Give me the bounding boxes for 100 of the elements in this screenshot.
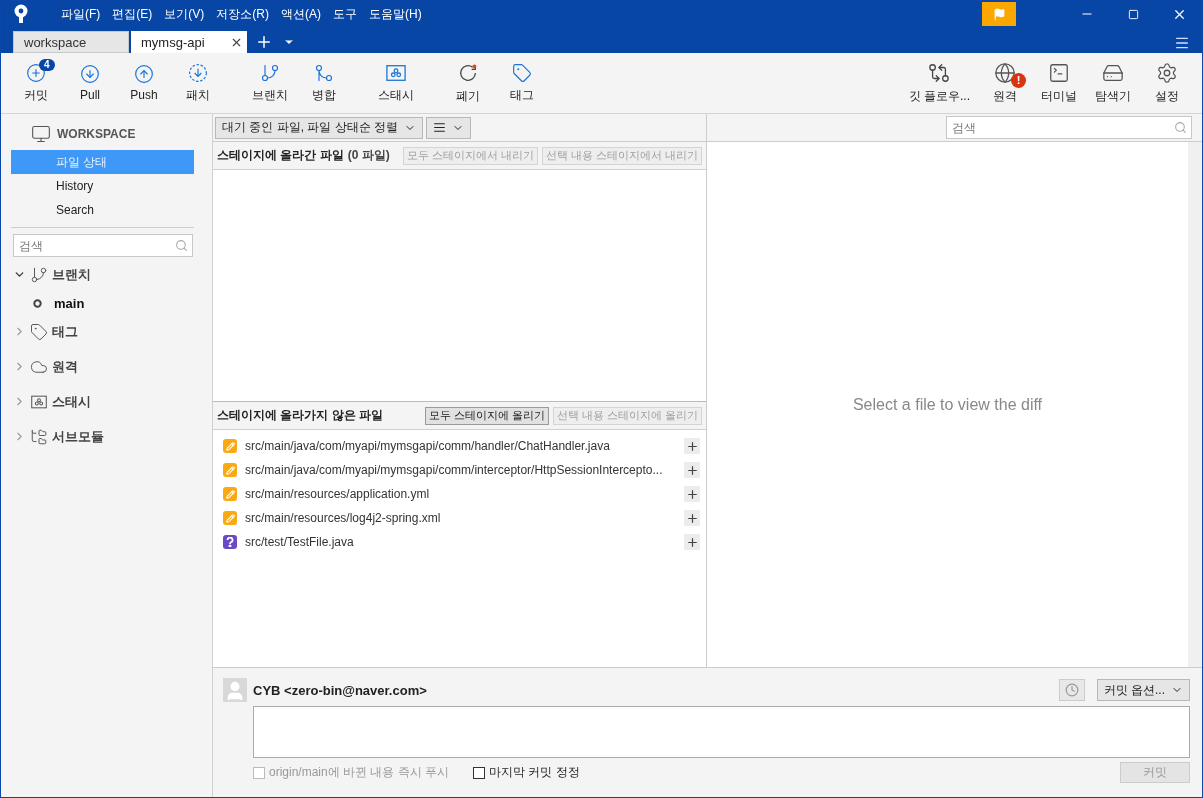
stage-button[interactable]: 모두 스테이지에 올리기 xyxy=(424,406,549,425)
branch-button[interactable]: 브랜치 xyxy=(243,60,297,106)
stage-file-button[interactable] xyxy=(684,486,700,502)
gitflow-button[interactable]: 깃 플로우... xyxy=(900,59,978,107)
arrow-down-circle-icon xyxy=(80,64,100,84)
plus-icon xyxy=(685,511,699,525)
pull-button[interactable]: Pull xyxy=(63,62,117,104)
file-path: src/main/java/com/myapi/mymsgapi/comm/handler/ChatHandler.java xyxy=(245,439,611,453)
arrow-up-circle-icon xyxy=(134,64,154,84)
merge-button[interactable]: 병합 xyxy=(297,60,351,106)
file-path: src/main/java/com/myapi/mymsgapi/comm/interceptor/HttpSessionIntercepto... xyxy=(245,463,664,477)
file-row[interactable]: src/main/resources/application.yml xyxy=(213,482,706,506)
plus-icon xyxy=(685,487,699,501)
author: CYB <zero-bin@naver.com> xyxy=(253,682,427,698)
settings-button[interactable]: 설정 xyxy=(1140,59,1194,107)
tab[interactable]: workspace xyxy=(13,31,129,53)
question-icon xyxy=(223,535,237,549)
file-path: src/main/resources/log4j2-spring.xml xyxy=(245,511,442,525)
tag-icon xyxy=(512,62,532,83)
plus-icon xyxy=(685,463,699,477)
tag-icon xyxy=(30,322,48,341)
file-row[interactable]: src/main/resources/log4j2-spring.xml xyxy=(213,506,706,530)
branch-name: main xyxy=(54,295,85,311)
section-label: 태그 xyxy=(52,322,78,341)
section-label: 원격 xyxy=(52,357,78,376)
section-label: 서브모듈 xyxy=(52,427,104,446)
dashed-arrow-down-circle-icon xyxy=(188,62,208,83)
tag-button[interactable]: 태그 xyxy=(495,60,549,106)
explorer-button[interactable]: 탐색기 xyxy=(1086,59,1140,107)
view-dropdown[interactable] xyxy=(426,116,471,139)
commit-options-dropdown[interactable]: 커밋 옵션... xyxy=(1096,679,1190,701)
folders-icon xyxy=(30,427,48,446)
plus-circle-icon xyxy=(26,62,46,83)
file-row[interactable]: src/main/java/com/myapi/mymsgapi/comm/interceptor/HttpSessionIntercepto... xyxy=(213,458,706,482)
new-tab-icon[interactable] xyxy=(255,33,273,51)
tree-section[interactable]: 원격 xyxy=(11,349,212,384)
discard-button[interactable]: 폐기 xyxy=(441,59,495,107)
menu-item[interactable]: 도움말(H) xyxy=(369,5,422,23)
stage-file-button[interactable] xyxy=(684,438,700,454)
clock-icon xyxy=(1064,683,1079,697)
commit-message-field[interactable] xyxy=(253,706,1190,758)
flow-icon xyxy=(928,61,951,84)
menu-item[interactable]: 도구 xyxy=(333,5,357,23)
commit-button[interactable]: 4 커밋 xyxy=(9,60,63,106)
plus-icon xyxy=(685,535,699,549)
search-icon xyxy=(1174,121,1187,134)
tree-section[interactable]: 브랜치 xyxy=(11,257,212,292)
file-row[interactable]: src/main/java/com/myapi/mymsgapi/comm/handler/ChatHandler.java xyxy=(213,434,706,458)
file-path: src/main/resources/application.yml xyxy=(245,487,431,501)
search-field[interactable]: 검색 xyxy=(946,116,1192,139)
stash-button[interactable]: 스태시 xyxy=(369,60,423,106)
sort-dropdown[interactable]: 대기 중인 파일, 파일 상태순 정렬 xyxy=(215,116,423,139)
file-count: (0 파일) xyxy=(347,147,390,164)
terminal-button[interactable]: 터미널 xyxy=(1032,59,1086,107)
merge-icon xyxy=(314,62,334,83)
empty-message: Select a file to view the diff xyxy=(852,395,1043,414)
menu-item[interactable]: 액션(A) xyxy=(281,5,321,23)
branch-icon xyxy=(30,265,48,284)
search-field[interactable]: 검색 xyxy=(13,234,193,257)
list-icon xyxy=(433,121,446,134)
branch-item[interactable]: main xyxy=(11,292,212,314)
stage-file-button[interactable] xyxy=(684,462,700,478)
tab[interactable]: mymsg-api xyxy=(131,31,247,53)
file-path: src/test/TestFile.java xyxy=(245,535,355,549)
count-badge: 4 xyxy=(39,58,55,71)
settings-icon xyxy=(1156,61,1178,84)
stage-file-button[interactable] xyxy=(684,534,700,550)
monitor-icon xyxy=(31,124,51,144)
menu-item[interactable]: 파일(F) xyxy=(61,5,101,23)
terminal-icon xyxy=(1048,61,1070,84)
menu-item[interactable]: 편집(E) xyxy=(112,5,153,23)
section-label: 브랜치 xyxy=(52,265,91,284)
menu-icon[interactable] xyxy=(1174,35,1190,51)
branch-icon xyxy=(260,62,280,83)
maximize-icon[interactable] xyxy=(1127,8,1139,20)
search-icon xyxy=(175,239,188,252)
tree-section[interactable]: 스태시 xyxy=(11,384,212,419)
workspace-heading: WORKSPACE xyxy=(57,127,136,141)
stash-icon xyxy=(385,62,407,83)
menu-item[interactable]: 보기(V) xyxy=(164,5,205,23)
fetch-button[interactable]: 패치 xyxy=(171,60,225,106)
menu-item[interactable]: 저장소(R) xyxy=(216,5,269,23)
alert-badge: ! xyxy=(1011,72,1026,88)
remote-button[interactable]: ! 원격 xyxy=(978,59,1032,107)
push-button[interactable]: Push xyxy=(117,62,171,104)
stage-file-button[interactable] xyxy=(684,510,700,526)
app-logo-icon xyxy=(13,4,29,24)
sidebar-item[interactable]: History xyxy=(11,174,194,198)
file-row[interactable]: src/test/TestFile.java xyxy=(213,530,706,554)
staged-title: 스테이지에 올라간 파일 xyxy=(217,147,344,164)
flag-icon xyxy=(992,7,1006,21)
tree-section[interactable]: 태그 xyxy=(11,314,212,349)
amend-checkbox[interactable]: 마지막 커밋 정정 xyxy=(473,764,580,781)
unstaged-title: 스테이지에 올라가지 않은 파일 xyxy=(217,407,383,424)
globe-icon xyxy=(994,61,1016,84)
tree-section[interactable]: 서브모듈 xyxy=(11,419,212,454)
sidebar-item[interactable]: Search xyxy=(11,198,194,222)
stash-icon xyxy=(30,393,48,410)
plus-icon xyxy=(685,439,699,453)
section-label: 스태시 xyxy=(52,392,91,411)
